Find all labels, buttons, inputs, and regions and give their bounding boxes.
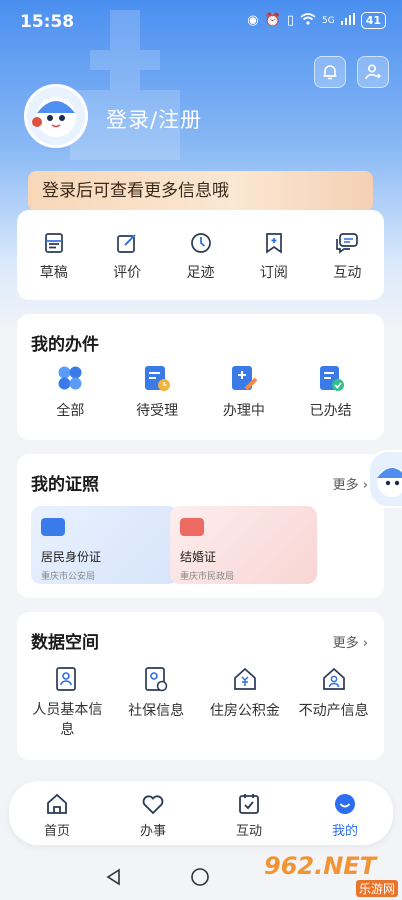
social-security-icon — [145, 667, 168, 692]
tab-services[interactable]: 办事 — [105, 781, 201, 845]
bottom-tab-bar: 首页 办事 互动 我的 — [9, 781, 393, 845]
quick-actions-card: 草稿 评价 足迹 订阅 互动 — [17, 210, 384, 300]
certificate-card-marriage[interactable]: 结婚证 重庆市民政局 — [170, 506, 317, 584]
certificate-issuer: 重庆市公安局 — [41, 572, 96, 582]
my-affairs-card: 我的办件 全部 待受理 办理中 已办结 — [17, 314, 384, 440]
affair-pending[interactable]: 待受理 — [114, 364, 201, 420]
status-time: 15:58 — [20, 12, 75, 32]
data-space-label: 人员基本信息 — [32, 702, 103, 738]
data-space-card: 数据空间 更多 › 人员基本信息 社保信息 住房公积金 不动产信息 — [17, 612, 384, 760]
certificate-name: 居民身份证 — [41, 550, 102, 564]
marriage-certificate-icon — [180, 518, 204, 536]
draft-icon — [44, 233, 63, 253]
alarm-icon: ⏰ — [264, 13, 281, 28]
affair-all[interactable]: 全部 — [27, 364, 114, 420]
heart-icon — [142, 795, 164, 815]
data-space-label: 住房公积金 — [209, 703, 280, 719]
data-person-info[interactable]: 人员基本信息 — [23, 666, 112, 740]
tab-label: 我的 — [331, 824, 358, 839]
data-space-label: 社保信息 — [128, 703, 185, 719]
bookmark-icon — [266, 233, 282, 254]
signal-icon — [340, 12, 355, 29]
tab-label: 互动 — [235, 824, 262, 839]
avatar[interactable] — [24, 84, 88, 148]
user-switch-icon — [365, 64, 381, 80]
tab-label: 办事 — [139, 824, 166, 839]
person-doc-icon — [56, 667, 77, 691]
affair-processing[interactable]: 办理中 — [201, 364, 288, 420]
status-icons: ◉ ⏰ ▯ 5G 41 — [247, 12, 386, 29]
certificate-card-id[interactable]: 居民身份证 重庆市公安局 — [31, 506, 178, 584]
chat-icon — [336, 233, 359, 254]
processing-icon — [231, 366, 258, 391]
tab-interact[interactable]: 互动 — [201, 781, 297, 845]
certificates-more-link[interactable]: 更多 › — [333, 474, 368, 493]
data-housing-fund[interactable]: 住房公积金 — [201, 666, 290, 720]
edit-icon — [117, 234, 136, 253]
data-social-security[interactable]: 社保信息 — [112, 666, 201, 720]
quick-action-subscribe[interactable]: 订阅 — [237, 232, 310, 282]
home-icon — [47, 793, 67, 814]
home-circle-icon[interactable] — [190, 867, 210, 887]
data-space-label: 不动产信息 — [298, 703, 369, 719]
affair-label: 办理中 — [222, 403, 265, 419]
quick-action-label: 足迹 — [186, 265, 215, 281]
floating-assistant-button[interactable] — [368, 450, 402, 508]
grid-icon — [58, 366, 82, 390]
calendar-check-icon — [239, 794, 259, 814]
watermark-sub: 乐游网 — [355, 880, 398, 897]
tab-home[interactable]: 首页 — [9, 781, 105, 845]
quick-action-label: 订阅 — [259, 265, 288, 281]
quick-action-label: 草稿 — [39, 265, 68, 281]
certificate-name: 结婚证 — [180, 550, 217, 564]
my-certificates-card: 我的证照 更多 › 居民身份证 重庆市公安局 结婚证 重庆市民政局 — [17, 454, 384, 598]
affair-label: 已办结 — [309, 403, 352, 419]
vibrate-icon: ▯ — [286, 13, 294, 28]
tab-mine[interactable]: 我的 — [297, 781, 393, 845]
quick-action-review[interactable]: 评价 — [90, 232, 163, 282]
watermark-text: 962.NET — [264, 852, 377, 880]
id-card-icon — [41, 518, 65, 536]
chevron-right-icon: › — [362, 636, 368, 651]
back-icon[interactable] — [104, 867, 124, 887]
my-affairs-title: 我的办件 — [31, 335, 99, 355]
network-type: 5G — [321, 15, 335, 26]
mascot-icon — [377, 467, 402, 497]
real-estate-icon — [322, 667, 345, 690]
eye-icon: ◉ — [247, 13, 259, 28]
bell-icon — [323, 65, 337, 80]
my-certificates-title: 我的证照 — [31, 475, 99, 495]
clock-icon — [190, 233, 211, 253]
quick-action-label: 互动 — [333, 265, 362, 281]
data-space-more-link[interactable]: 更多 › — [333, 632, 368, 651]
affair-label: 待受理 — [136, 403, 179, 419]
tab-label: 首页 — [43, 824, 70, 839]
notification-button[interactable] — [314, 56, 346, 88]
quick-action-footprint[interactable]: 足迹 — [164, 232, 237, 282]
status-bar: 15:58 ◉ ⏰ ▯ 5G 41 — [0, 0, 402, 44]
certificate-issuer: 重庆市民政局 — [180, 572, 235, 582]
quick-action-draft[interactable]: 草稿 — [17, 232, 90, 282]
affair-label: 全部 — [56, 403, 85, 419]
site-watermark: 962.NET 乐游网 — [264, 852, 402, 900]
quick-action-interact[interactable]: 互动 — [311, 232, 384, 282]
quick-action-label: 评价 — [113, 265, 142, 281]
data-space-title: 数据空间 — [31, 633, 99, 653]
wifi-icon — [300, 12, 316, 29]
done-icon — [319, 366, 344, 391]
battery-indicator: 41 — [360, 12, 386, 29]
switch-user-button[interactable] — [357, 56, 389, 88]
pending-icon — [145, 366, 171, 391]
profile-smile-icon — [335, 794, 355, 814]
login-tip-banner[interactable]: 登录后可查看更多信息哦 — [28, 171, 373, 211]
housing-fund-icon — [234, 667, 256, 690]
mascot-avatar-icon — [32, 97, 76, 137]
affair-done[interactable]: 已办结 — [287, 364, 374, 420]
login-register-link[interactable]: 登录/注册 — [106, 104, 202, 134]
data-real-estate[interactable]: 不动产信息 — [289, 666, 378, 720]
